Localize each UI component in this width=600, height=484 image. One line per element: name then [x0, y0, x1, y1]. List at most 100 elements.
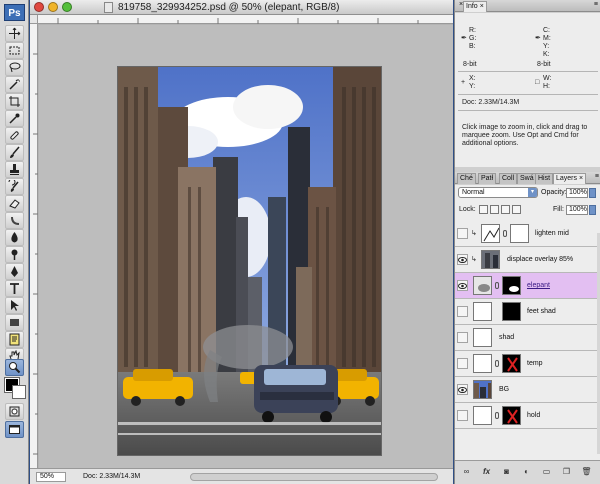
layer-name: shad	[499, 334, 515, 341]
fill-arrow-icon[interactable]	[589, 205, 596, 215]
document-title: 819758_329934252.psd @ 50% (elepant, RGB…	[118, 2, 340, 13]
panel-menu-icon[interactable]: ≡	[594, 1, 598, 8]
adjustment-icon[interactable]: ◐	[521, 466, 532, 476]
tab-info[interactable]: Info ×	[463, 1, 487, 12]
link-chain-icon	[503, 230, 507, 237]
eyedropper-tool-icon[interactable]	[5, 110, 24, 127]
move-tool-icon[interactable]	[5, 25, 24, 42]
pen-tool-icon[interactable]	[5, 263, 24, 280]
eye-icon	[458, 386, 467, 393]
mask-thumbnail	[502, 354, 521, 373]
fill-field[interactable]: 100%	[566, 205, 588, 215]
visibility-toggle[interactable]	[457, 306, 468, 317]
layers-panel-menu-icon[interactable]: ≡	[595, 173, 599, 180]
link-icon[interactable]: ∞	[461, 466, 472, 476]
clip-arrow-icon: ↳	[471, 230, 477, 237]
document-status-bar: 50% Doc: 2.33M/14.3M	[30, 468, 453, 484]
lock-position-icon[interactable]	[501, 205, 510, 214]
tab-swatches[interactable]: Swá	[517, 173, 537, 184]
zoom-window-icon[interactable]	[62, 2, 72, 12]
opacity-field[interactable]: 100%	[566, 188, 588, 198]
photoshop-logo: Ps	[4, 4, 25, 21]
horizontal-scrollbar[interactable]	[190, 473, 438, 481]
layer-thumbnail	[473, 380, 492, 399]
layer-row-hold[interactable]: hold	[455, 403, 597, 429]
trash-icon[interactable]: 🗑	[581, 466, 592, 476]
info-panel-tabbar: × Info × ≡	[455, 0, 600, 12]
path-selection-tool-icon[interactable]	[5, 297, 24, 314]
fx-icon[interactable]: fx	[481, 466, 492, 476]
layer-row-temp[interactable]: temp	[455, 351, 597, 377]
eraser-tool-icon[interactable]	[5, 195, 24, 212]
blend-mode-select[interactable]: Normal ▾	[458, 187, 538, 198]
type-tool-icon[interactable]	[5, 280, 24, 297]
mask-thumbnail	[502, 276, 521, 295]
visibility-toggle[interactable]	[457, 228, 468, 239]
marquee-tool-icon[interactable]	[5, 42, 24, 59]
screen-mode-icon[interactable]	[5, 421, 24, 438]
history-brush-tool-icon[interactable]	[5, 178, 24, 195]
dodge-tool-icon[interactable]	[5, 246, 24, 263]
canvas-image[interactable]	[118, 67, 381, 455]
layers-panel-tabbar: Ché Patł Coll Swá Hist Layers × ≡	[455, 172, 600, 184]
gradient-tool-icon[interactable]	[5, 212, 24, 229]
lock-image-icon[interactable]	[490, 205, 499, 214]
tab-close-icon[interactable]: ×	[480, 3, 484, 10]
info-y: Y:	[543, 43, 550, 50]
lasso-tool-icon[interactable]	[5, 59, 24, 76]
magic-wand-tool-icon[interactable]	[5, 76, 24, 93]
clone-stamp-tool-icon[interactable]	[5, 161, 24, 178]
zoom-level-field[interactable]: 50%	[36, 472, 66, 482]
visibility-toggle[interactable]	[457, 254, 468, 265]
vertical-ruler[interactable]	[30, 24, 38, 468]
tab-channels[interactable]: Ché	[457, 173, 476, 184]
quick-mask-icon[interactable]	[5, 403, 24, 420]
lock-transparent-icon[interactable]	[479, 205, 488, 214]
brush-tool-icon[interactable]	[5, 144, 24, 161]
opacity-arrow-icon[interactable]	[589, 188, 596, 198]
layer-row-feet-shad[interactable]: feet shad	[455, 299, 597, 325]
blur-tool-icon[interactable]	[5, 229, 24, 246]
layer-thumbnail	[481, 250, 500, 269]
tab-paths[interactable]: Patł	[478, 173, 497, 184]
doc-size-status[interactable]: Doc: 2.33M/14.3M	[83, 472, 140, 482]
layer-row-elepant[interactable]: elepant	[455, 273, 597, 299]
new-layer-icon[interactable]: ❐	[561, 466, 572, 476]
info-hint-line-1: Click image to zoom in, click and drag t…	[462, 124, 588, 131]
layer-row-bg[interactable]: BG	[455, 377, 597, 403]
group-icon[interactable]: ▭	[541, 466, 552, 476]
tab-layers[interactable]: Layers ×	[553, 173, 587, 184]
info-hint-line-2: marquee zoom. Use Opt and Cmd for	[462, 132, 579, 139]
link-chain-icon	[495, 282, 499, 289]
document-title-bar[interactable]: 819758_329934252.psd @ 50% (elepant, RGB…	[30, 0, 453, 15]
tab-close-icon[interactable]: ×	[579, 175, 583, 182]
layer-name: feet shad	[527, 308, 556, 315]
lock-all-icon[interactable]	[512, 205, 521, 214]
layer-row-shad[interactable]: shad	[455, 325, 597, 351]
layer-name: displace overlay 85%	[507, 256, 574, 263]
close-window-icon[interactable]	[34, 2, 44, 12]
street-scene-image	[118, 67, 381, 455]
layer-name: elepant	[527, 282, 550, 289]
visibility-toggle[interactable]	[457, 332, 468, 343]
tab-history[interactable]: Hist	[535, 173, 554, 184]
minimize-window-icon[interactable]	[48, 2, 58, 12]
layer-row-displace-overlay[interactable]: ↳ displace overlay 85%	[455, 247, 597, 273]
visibility-toggle[interactable]	[457, 384, 468, 395]
tab-color[interactable]: Coll	[499, 173, 518, 184]
crop-tool-icon[interactable]	[5, 93, 24, 110]
link-chain-icon	[495, 412, 499, 419]
shape-tool-icon[interactable]	[5, 314, 24, 331]
canvas-area[interactable]	[39, 25, 453, 468]
zoom-tool-icon[interactable]	[5, 359, 24, 376]
background-color-swatch[interactable]	[12, 385, 26, 399]
ruler-origin[interactable]	[30, 15, 38, 24]
visibility-toggle[interactable]	[457, 280, 468, 291]
visibility-toggle[interactable]	[457, 410, 468, 421]
visibility-toggle[interactable]	[457, 358, 468, 369]
healing-brush-tool-icon[interactable]	[5, 127, 24, 144]
mask-icon[interactable]: ◙	[501, 466, 512, 476]
horizontal-ruler[interactable]	[38, 15, 453, 24]
notes-tool-icon[interactable]	[5, 331, 24, 348]
layer-row-lighten-mid[interactable]: ↳ lighten mid	[455, 221, 597, 247]
